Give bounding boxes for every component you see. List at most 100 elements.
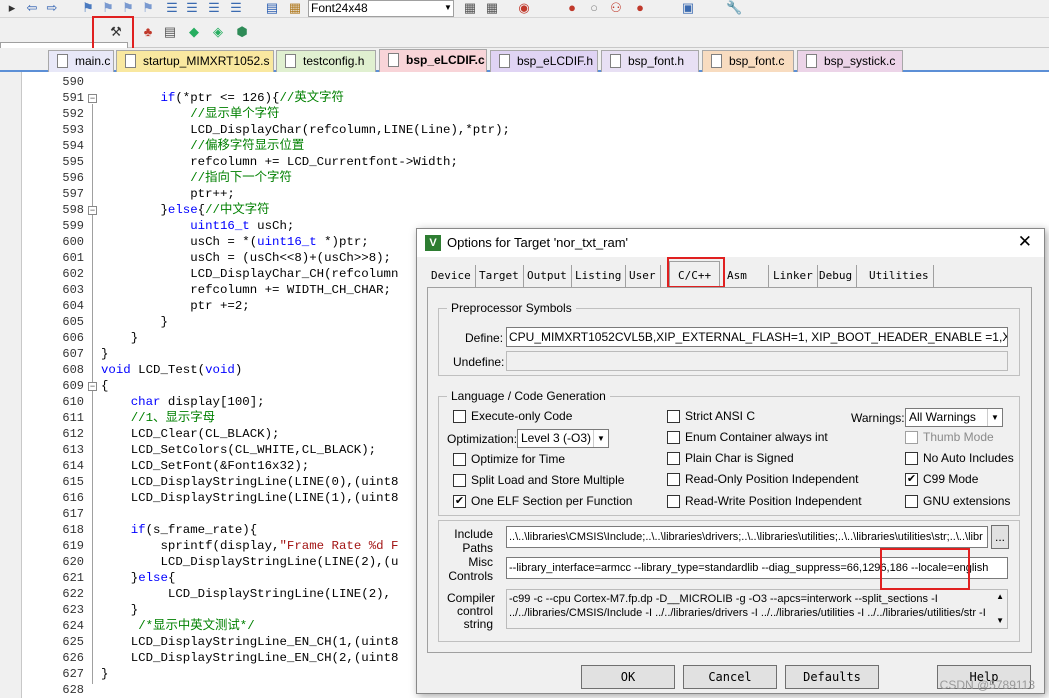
tab-testconfig[interactable]: testconfig.h: [276, 50, 376, 72]
tab-startup[interactable]: startup_MIMXRT1052.s: [116, 50, 274, 72]
manage-components-icon[interactable]: ♣: [140, 24, 156, 40]
tab-bsp-systick-c[interactable]: bsp_systick.c: [797, 50, 903, 72]
config-wizard-icon[interactable]: 🔧: [726, 0, 742, 16]
rwpi-label: Read-Write Position Independent: [685, 494, 862, 508]
locale-highlight: [880, 548, 970, 590]
language-group-label: Language / Code Generation: [447, 389, 610, 403]
tab-user[interactable]: User: [625, 265, 661, 287]
breakpoint-icon[interactable]: ●: [564, 0, 580, 16]
close-icon[interactable]: ✕: [1018, 233, 1032, 251]
find-icon[interactable]: ▦: [462, 0, 478, 16]
find-in-files-icon[interactable]: ▤: [264, 0, 280, 16]
tab-asm[interactable]: Asm: [723, 265, 769, 287]
line-number: 609: [62, 379, 84, 393]
one-elf-checkbox[interactable]: ✔: [453, 495, 466, 508]
fold-guide: [92, 104, 93, 684]
split-load-checkbox[interactable]: [453, 474, 466, 487]
uncomment-icon[interactable]: ☰: [228, 0, 244, 16]
optimization-value: Level 3 (-O3): [521, 431, 592, 445]
thumb-mode-checkbox[interactable]: [905, 431, 918, 444]
line-number: 619: [62, 539, 84, 553]
tab-debug[interactable]: Debug: [815, 265, 858, 287]
execute-only-checkbox[interactable]: [453, 410, 466, 423]
file-tab-bar: main.c startup_MIMXRT1052.s testconfig.h…: [0, 48, 1049, 72]
tab-utilities[interactable]: Utilities: [865, 265, 934, 287]
no-auto-includes-checkbox[interactable]: [905, 452, 918, 465]
include-paths-field[interactable]: ..\..\libraries\CMSIS\Include;..\..\libr…: [506, 526, 988, 548]
gnu-extensions-checkbox[interactable]: [905, 495, 918, 508]
warnings-select[interactable]: All Warnings ▼: [905, 408, 1003, 427]
code-line: usCh = *(uint16_t *)ptr;: [101, 235, 369, 249]
tab-bsp-font-c[interactable]: bsp_font.c: [702, 50, 794, 72]
enum-container-checkbox[interactable]: [667, 431, 680, 444]
optimize-time-checkbox[interactable]: [453, 453, 466, 466]
bookmark-next-icon[interactable]: ⚑: [120, 0, 136, 16]
cancel-button[interactable]: Cancel: [683, 665, 777, 689]
unindent-icon[interactable]: ☰: [184, 0, 200, 16]
scroll-up-icon[interactable]: ▲: [996, 590, 1004, 604]
indent-icon[interactable]: ☰: [164, 0, 180, 16]
bookmark-clear-icon[interactable]: ⚑: [140, 0, 156, 16]
fold-toggle-icon[interactable]: −: [88, 206, 97, 215]
tab-bsp-elcdif-h[interactable]: bsp_eLCDIF.h: [490, 50, 598, 72]
font-combo[interactable]: Font24x48: [308, 0, 454, 17]
code-line: if(s_frame_rate){: [130, 523, 258, 537]
c99-mode-checkbox[interactable]: ✔: [905, 473, 918, 486]
select-packs-icon[interactable]: ◈: [210, 24, 226, 40]
plain-char-checkbox[interactable]: [667, 452, 680, 465]
tab-label: main.c: [75, 54, 111, 68]
line-number: 626: [62, 651, 84, 665]
undefine-field[interactable]: [506, 351, 1008, 371]
code-line: LCD_DisplayChar_CH(refcolumn: [101, 267, 399, 281]
tab-bsp-elcdif-c[interactable]: bsp_eLCDIF.c: [379, 49, 487, 72]
ropi-checkbox[interactable]: [667, 473, 680, 486]
back-icon[interactable]: ⇦: [24, 0, 40, 16]
fold-toggle-icon[interactable]: −: [88, 94, 97, 103]
define-field[interactable]: CPU_MIMXRT1052CVL5B,XIP_EXTERNAL_FLASH=1…: [506, 327, 1008, 347]
ok-button[interactable]: OK: [581, 665, 675, 689]
chevron-down-icon[interactable]: ▼: [440, 0, 456, 16]
optimization-select[interactable]: Level 3 (-O3) ▼: [517, 429, 609, 448]
tab-target[interactable]: Target: [475, 265, 524, 287]
code-line: LCD_SetColors(CL_WHITE,CL_BLACK);: [101, 443, 377, 457]
toolbar-overflow-icon[interactable]: ▸: [4, 0, 20, 16]
tab-device[interactable]: Device: [427, 265, 476, 287]
chevron-down-icon: ▼: [593, 430, 608, 447]
gnu-extensions-label: GNU extensions: [923, 494, 1011, 508]
scroll-down-icon[interactable]: ▼: [996, 614, 1004, 628]
replace-icon[interactable]: ▦: [484, 0, 500, 16]
window-layout-icon[interactable]: ▣: [680, 0, 696, 16]
tab-linker[interactable]: Linker: [769, 265, 818, 287]
file-icon: [610, 54, 621, 68]
fold-toggle-icon[interactable]: −: [88, 382, 97, 391]
comment-icon[interactable]: ☰: [206, 0, 222, 16]
code-line: //显示单个字符: [190, 107, 280, 121]
debug-icon[interactable]: ◉: [516, 0, 532, 16]
file-icon: [806, 54, 817, 68]
forward-icon[interactable]: ⇨: [44, 0, 60, 16]
pack-installer-icon[interactable]: ◆: [186, 24, 202, 40]
include-browse-button[interactable]: ...: [991, 525, 1009, 549]
line-number: 597: [62, 187, 84, 201]
file-icon: [57, 54, 68, 68]
line-number: 613: [62, 443, 84, 457]
bookmark-icon[interactable]: ⚑: [80, 0, 96, 16]
defaults-button[interactable]: Defaults: [785, 665, 879, 689]
tab-listing[interactable]: Listing: [571, 265, 627, 287]
run-time-env-icon[interactable]: ⬢: [234, 24, 250, 40]
breakpoint-disable-icon[interactable]: ○: [586, 0, 602, 16]
c-cpp-panel: Preprocessor Symbols Define: CPU_MIMXRT1…: [427, 287, 1032, 653]
breakpoint-all-icon[interactable]: ●: [632, 0, 648, 16]
tab-output[interactable]: Output: [523, 265, 572, 287]
line-number: 598: [62, 203, 84, 217]
bookmark-prev-icon[interactable]: ⚑: [100, 0, 116, 16]
breakpoint-kill-icon[interactable]: ⚇: [608, 0, 624, 16]
tab-bsp-font-h[interactable]: bsp_font.h: [601, 50, 699, 72]
rwpi-checkbox[interactable]: [667, 495, 680, 508]
strict-ansi-checkbox[interactable]: [667, 410, 680, 423]
code-line: LCD_DisplayStringLine(LINE(2),(u: [101, 555, 399, 569]
tab-main-c[interactable]: main.c: [48, 50, 114, 72]
line-number: 590: [62, 75, 84, 89]
file-extensions-icon[interactable]: ▤: [162, 24, 178, 40]
code-line: LCD_DisplayChar(refcolumn,LINE(Line),*pt…: [101, 123, 510, 137]
